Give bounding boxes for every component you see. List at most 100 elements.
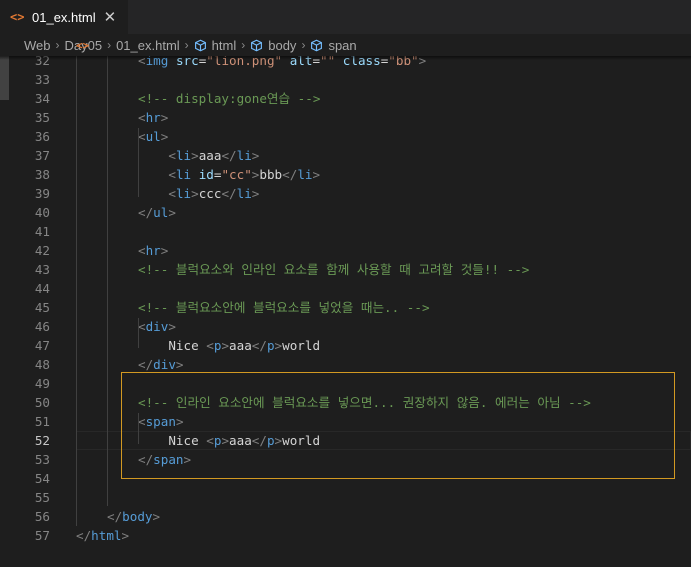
code-line[interactable]: 42 <hr> [0, 241, 691, 260]
line-number: 38 [34, 167, 50, 182]
line-number: 52 [34, 433, 50, 448]
code-token: < [138, 319, 146, 334]
code-editor[interactable]: 32 <img src="lion.png" alt="" class="bb">… [0, 56, 691, 567]
code-line[interactable]: 38 <li id="cc">bbb</li> [0, 165, 691, 184]
indent-guide [107, 56, 108, 506]
code-text: <li>ccc</li> [138, 184, 259, 203]
code-token: <!-- 블럭요소안에 블럭요소를 넣었을 때는.. --> [138, 300, 430, 315]
chevron-right-icon: › [241, 38, 246, 52]
line-number: 41 [34, 224, 50, 239]
code-token: </ [107, 509, 123, 524]
tab-bar: <> 01_ex.html ✕ [0, 0, 691, 34]
breadcrumb-label: Web [24, 37, 51, 53]
code-token: ul [145, 129, 161, 144]
line-number: 50 [34, 395, 50, 410]
line-number: 55 [34, 490, 50, 505]
code-line[interactable]: 45 <!-- 블럭요소안에 블럭요소를 넣었을 때는.. --> [0, 298, 691, 317]
code-token: world [282, 338, 321, 353]
line-number: 35 [34, 110, 50, 125]
code-line[interactable]: 56 </body> [0, 507, 691, 526]
code-token: "cc" [221, 167, 252, 182]
line-number: 33 [34, 72, 50, 87]
breadcrumb-label: html [211, 37, 237, 53]
code-line[interactable]: 43 <!-- 블럭요소와 인라인 요소를 함께 사용할 때 고려할 것들!! -… [0, 260, 691, 279]
code-token: ul [153, 205, 169, 220]
breadcrumb-label: span [328, 37, 357, 53]
indent-guide [138, 128, 139, 197]
code-token: < [138, 129, 146, 144]
code-line[interactable]: 55 [0, 488, 691, 507]
code-token: > [160, 243, 169, 258]
code-token: < [168, 186, 176, 201]
line-number: 42 [34, 243, 50, 258]
code-line[interactable]: 35 <hr> [0, 108, 691, 127]
code-line[interactable]: 39 <li>ccc</li> [0, 184, 691, 203]
line-number: 37 [34, 148, 50, 163]
code-token: li [175, 167, 199, 182]
line-number: 34 [34, 91, 50, 106]
breadcrumb-html[interactable]: html [194, 37, 237, 53]
code-text: <div> [138, 317, 176, 336]
code-line[interactable]: 41 [0, 222, 691, 241]
code-token: li [175, 186, 192, 201]
code-text: </html> [76, 526, 129, 545]
code-line[interactable]: 33 [0, 70, 691, 89]
breadcrumb-label: 01_ex.html [116, 37, 180, 53]
breadcrumb-body[interactable]: body [250, 38, 296, 53]
code-token: <!-- display:gone연습 --> [138, 91, 321, 106]
code-text: <hr> [138, 241, 168, 260]
line-number: 46 [34, 319, 50, 334]
code-token: > [175, 357, 184, 372]
breadcrumb-label: body [268, 37, 297, 53]
cube-symbol-icon [194, 39, 207, 52]
line-number: 56 [34, 509, 50, 524]
tab-01-ex-html[interactable]: <> 01_ex.html ✕ [0, 0, 128, 34]
code-token: > [274, 338, 283, 353]
code-token: > [221, 338, 230, 353]
code-text: </ul> [138, 203, 176, 222]
cube-symbol-icon [310, 39, 323, 52]
code-token: </ [138, 205, 154, 220]
code-line[interactable]: 36 <ul> [0, 127, 691, 146]
code-line[interactable]: 47 Nice <p>aaa</p>world [0, 336, 691, 355]
code-text: <!-- 블럭요소와 인라인 요소를 함께 사용할 때 고려할 것들!! --> [138, 260, 529, 279]
code-token: < [138, 110, 146, 125]
code-token: aaa [198, 148, 222, 163]
tab-title: 01_ex.html [32, 9, 96, 25]
breadcrumb-span[interactable]: span [310, 37, 357, 53]
code-line[interactable]: 37 <li>aaa</li> [0, 146, 691, 165]
code-token: li [236, 186, 252, 201]
code-token: id [198, 167, 214, 182]
code-line[interactable]: 44 [0, 279, 691, 298]
code-line[interactable]: 34 <!-- display:gone연습 --> [0, 89, 691, 108]
code-line[interactable]: 57 </html> [0, 526, 691, 545]
code-token: > [121, 528, 130, 543]
html-file-icon: <> [10, 10, 25, 24]
code-token: > [168, 205, 176, 220]
chevron-right-icon: › [107, 38, 112, 52]
code-token: div [153, 357, 176, 372]
line-number: 57 [34, 528, 50, 543]
chevron-right-icon: › [55, 38, 60, 52]
chevron-right-icon: › [184, 38, 189, 52]
code-token: < [138, 243, 146, 258]
breadcrumb-file[interactable]: <> 01_ex.html [76, 37, 180, 53]
code-line[interactable]: 46 <div> [0, 317, 691, 336]
code-text: <!-- display:gone연습 --> [138, 89, 320, 108]
breadcrumb-web[interactable]: Web [24, 38, 51, 53]
close-icon[interactable]: ✕ [104, 10, 117, 25]
code-token: li [297, 167, 313, 182]
line-number: 48 [34, 357, 50, 372]
highlight-box [121, 372, 675, 479]
code-token: > [160, 110, 169, 125]
line-number: 53 [34, 452, 50, 467]
code-text: <ul> [138, 127, 168, 146]
code-token: </ [251, 338, 267, 353]
indent-guide [76, 56, 77, 526]
code-token: bbb [259, 167, 283, 182]
line-number: 36 [34, 129, 50, 144]
breadcrumb-shadow [0, 56, 691, 60]
code-line[interactable]: 40 </ul> [0, 203, 691, 222]
